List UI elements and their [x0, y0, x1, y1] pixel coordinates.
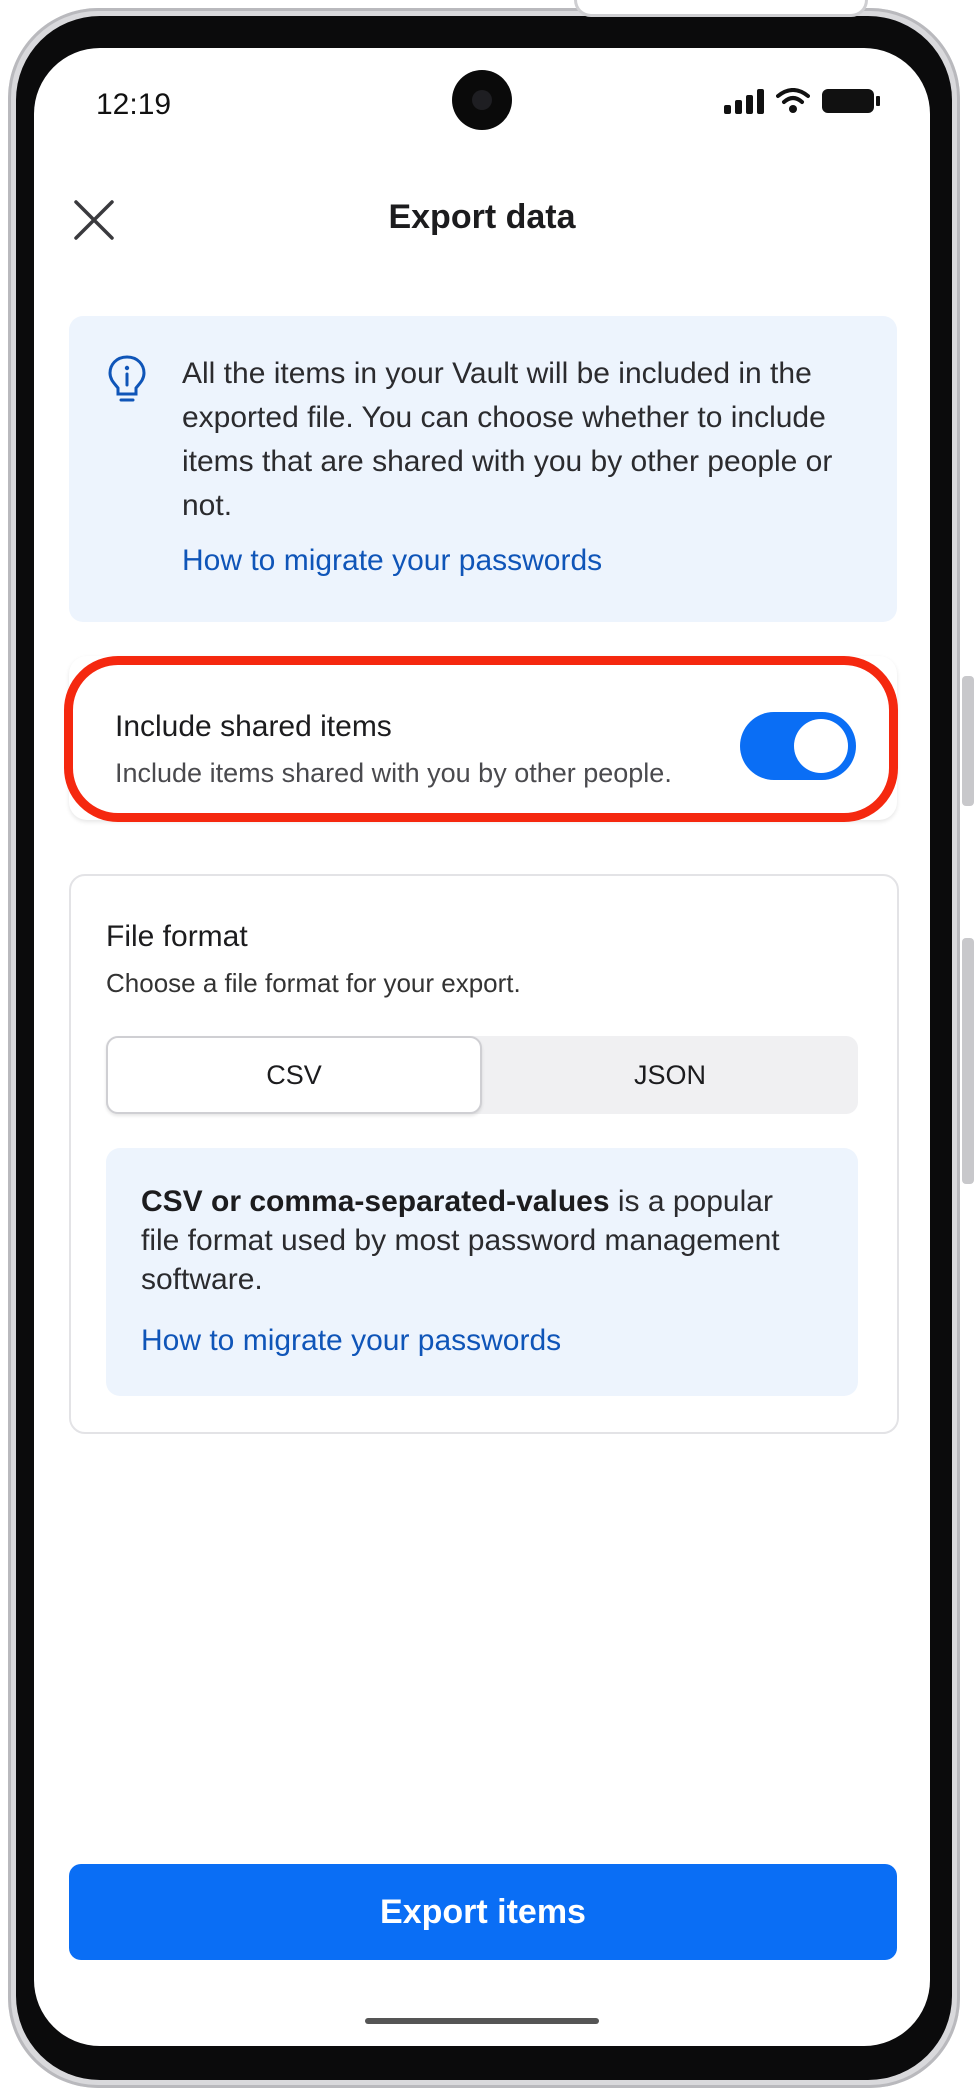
battery-icon [822, 89, 880, 113]
shared-items-title: Include shared items [115, 710, 392, 743]
file-format-selector: CSV JSON [106, 1036, 858, 1114]
status-icons [724, 88, 880, 114]
phone-top-edge [574, 0, 868, 17]
toggle-knob [794, 719, 848, 773]
format-option-json[interactable]: JSON [482, 1036, 858, 1114]
file-format-subtitle: Choose a file format for your export. [106, 968, 521, 998]
info-text: All the items in your Vault will be incl… [182, 357, 833, 522]
wifi-icon [776, 88, 810, 113]
include-shared-items-toggle[interactable] [740, 712, 856, 780]
status-time: 12:19 [96, 88, 172, 121]
shared-items-subtitle: Include items shared with you by other p… [115, 758, 672, 788]
format-description: CSV or comma-separated-values is a popul… [141, 1182, 811, 1299]
file-format-title: File format [106, 920, 248, 953]
front-camera [452, 70, 512, 130]
phone-side-button [962, 676, 974, 806]
format-description-bold: CSV or comma-separated-values [141, 1185, 610, 1218]
format-migrate-passwords-link[interactable]: How to migrate your passwords [141, 1324, 561, 1358]
home-indicator [365, 2018, 599, 2024]
app-screen: 12:19 Export data All the items in your … [34, 48, 930, 2046]
migrate-passwords-link[interactable]: How to migrate your passwords [182, 544, 602, 578]
format-option-csv[interactable]: CSV [106, 1036, 482, 1114]
signal-icon [724, 88, 764, 114]
export-items-button[interactable]: Export items [69, 1864, 897, 1960]
lightbulb-icon [108, 355, 146, 402]
info-banner: All the items in your Vault will be incl… [69, 316, 897, 622]
format-description-box: CSV or comma-separated-values is a popul… [106, 1148, 858, 1396]
phone-volume-button [962, 938, 974, 1184]
page-title: Export data [388, 198, 576, 236]
